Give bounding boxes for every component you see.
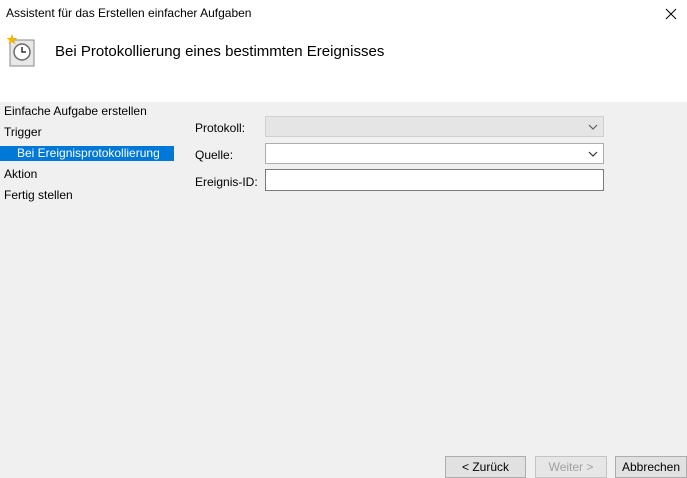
window-title: Assistent für das Erstellen einfacher Au… — [6, 6, 252, 20]
page-title: Bei Protokollierung eines bestimmten Ere… — [55, 43, 385, 60]
protokoll-select[interactable] — [265, 116, 604, 137]
close-button[interactable] — [655, 0, 687, 28]
back-button[interactable]: < Zurück — [445, 456, 526, 478]
ereignis-id-label: Ereignis-ID: — [195, 175, 258, 189]
quelle-label: Quelle: — [195, 148, 234, 162]
ereignis-id-input[interactable] — [265, 169, 604, 191]
next-button[interactable]: Weiter > — [535, 456, 607, 478]
nav-step-trigger[interactable]: Trigger — [4, 125, 42, 139]
protokoll-label: Protokoll: — [195, 121, 246, 135]
title-bar: Assistent für das Erstellen einfacher Au… — [0, 0, 687, 28]
close-icon — [665, 8, 677, 20]
nav-step-create-task[interactable]: Einfache Aufgabe erstellen — [4, 104, 147, 118]
nav-step-event-logging[interactable]: Bei Ereignisprotokollierung — [0, 146, 174, 161]
task-clock-icon — [6, 34, 35, 67]
nav-step-finish[interactable]: Fertig stellen — [4, 188, 73, 202]
quelle-select[interactable] — [265, 143, 604, 164]
nav-step-action[interactable]: Aktion — [4, 167, 37, 181]
chevron-down-icon — [588, 124, 598, 130]
wizard-header: Bei Protokollierung eines bestimmten Ere… — [0, 28, 687, 102]
cancel-button[interactable]: Abbrechen — [615, 456, 687, 478]
chevron-down-icon — [588, 151, 598, 157]
